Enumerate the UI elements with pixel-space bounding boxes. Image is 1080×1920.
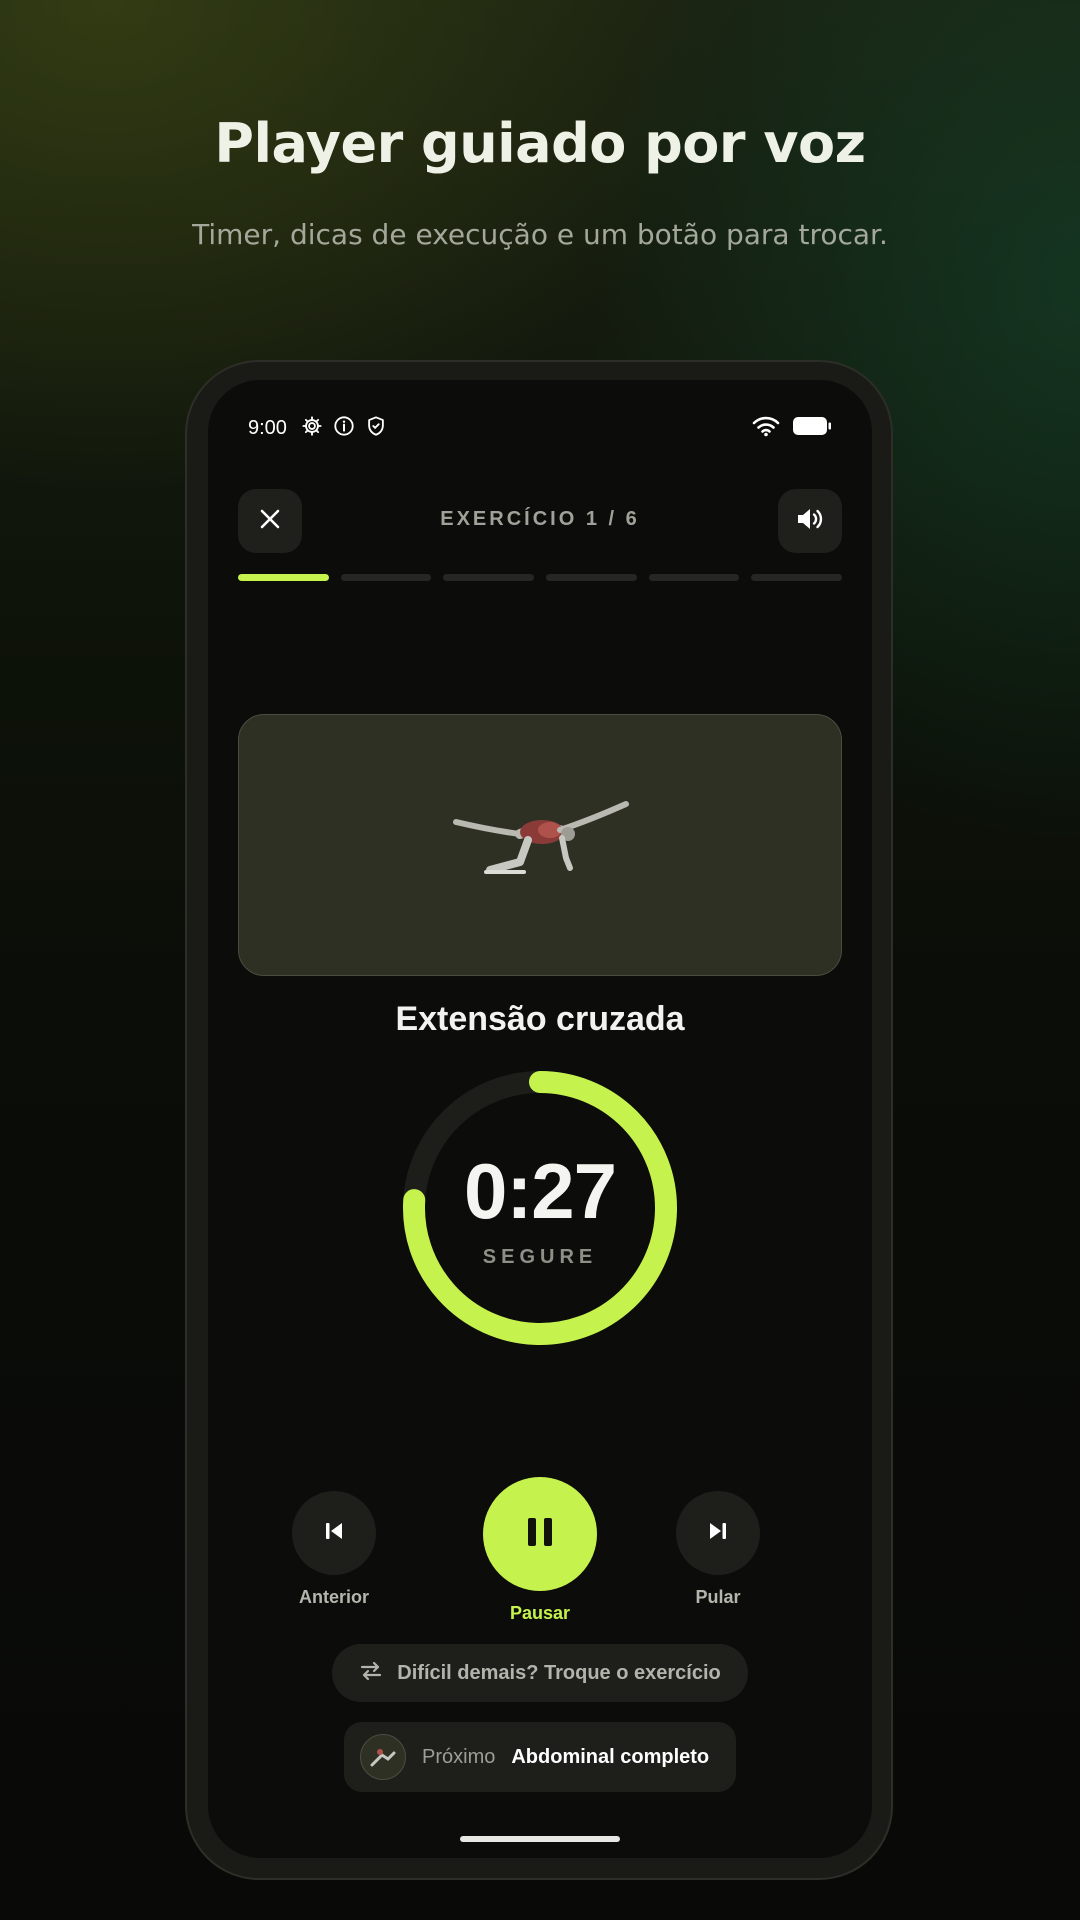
skip-next-icon <box>707 1520 729 1547</box>
exercise-progress-bar <box>238 574 843 581</box>
status-bar-left: 9:00 <box>248 408 387 448</box>
exercise-figure-image <box>453 801 629 874</box>
volume-icon <box>796 506 824 537</box>
pause-icon <box>525 1516 555 1553</box>
exercise-name: Extensão cruzada <box>395 1000 685 1038</box>
skip-control: Pular <box>676 1491 760 1608</box>
timer-ring: 0:27 SEGURE <box>400 1068 680 1348</box>
previous-button[interactable] <box>292 1491 376 1575</box>
swap-exercise-button[interactable]: Difícil demais? Troque o exercício <box>332 1644 748 1702</box>
status-time: 9:00 <box>248 416 287 439</box>
promo-title: Player guiado por voz <box>214 112 866 175</box>
progress-segment <box>340 574 432 581</box>
exercise-animation <box>238 714 842 976</box>
progress-segment <box>751 574 843 581</box>
next-exercise-label: Próximo <box>422 1745 496 1768</box>
progress-segment <box>238 574 329 581</box>
pause-control: Pausar <box>483 1477 597 1624</box>
timer-label: SEGURE <box>482 1246 598 1268</box>
previous-control: Anterior <box>292 1491 376 1608</box>
progress-segment <box>546 574 637 581</box>
pause-label: Pausar <box>509 1603 571 1623</box>
progress-segment <box>443 574 535 581</box>
next-exercise-card[interactable]: Próximo Abdominal completo <box>344 1722 736 1792</box>
timer-value: 0:27 <box>463 1147 617 1235</box>
shield-icon <box>365 415 387 442</box>
pause-button[interactable] <box>483 1477 597 1591</box>
next-exercise-name: Abdominal completo <box>511 1745 710 1768</box>
previous-label: Anterior <box>298 1587 369 1607</box>
progress-segment <box>648 574 740 581</box>
battery-icon <box>792 415 832 442</box>
info-icon <box>333 415 355 442</box>
skip-previous-icon <box>323 1520 345 1547</box>
next-exercise-thumbnail <box>360 1734 406 1780</box>
wifi-icon <box>752 415 780 442</box>
swap-arrows-icon <box>359 1661 383 1686</box>
swap-exercise-label: Difícil demais? Troque o exercício <box>397 1661 721 1684</box>
exercise-counter: EXERCÍCIO 1 / 6 <box>440 508 640 530</box>
skip-button[interactable] <box>676 1491 760 1575</box>
promo-subtitle: Timer, dicas de execução e um botão para… <box>192 218 888 251</box>
skip-label: Pular <box>695 1587 741 1607</box>
phone-screen: 9:00 EXERCÍCIO 1 / 6 Extensão cruzada 0:… <box>208 380 872 1858</box>
status-bar-right <box>752 408 832 448</box>
sound-button[interactable] <box>778 489 842 553</box>
home-indicator[interactable] <box>460 1836 620 1842</box>
gear-icon <box>301 415 323 442</box>
